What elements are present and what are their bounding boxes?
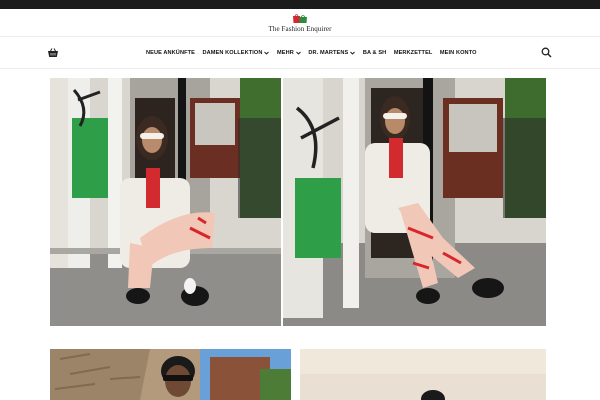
nav-item-label: BA & SH (362, 50, 387, 56)
nav-item-label: NEUE ANKÜNFTE (146, 50, 195, 56)
nav-item-label: MERKZETTEL (393, 50, 433, 56)
nav-item-label: MEHR (276, 50, 294, 56)
nav-item-merkzettel[interactable]: MERKZETTEL (394, 50, 433, 56)
cart-icon[interactable] (47, 47, 59, 59)
photo-scene (283, 78, 546, 326)
chevron-down-icon (264, 51, 270, 55)
nav-item-label: DR. MARTENS (308, 50, 349, 56)
product-photo-4[interactable] (300, 349, 546, 400)
photo-scene (50, 78, 281, 326)
header: The Fashion Enquirer (0, 9, 600, 36)
chevron-down-icon (296, 51, 301, 55)
product-photo-1[interactable] (50, 78, 281, 326)
nav-item-ba-sh[interactable]: BA & SH (363, 50, 387, 56)
product-photo-2[interactable] (283, 78, 546, 326)
nav-item-mehr[interactable]: MEHR (277, 50, 301, 56)
nav-item-dr-martens[interactable]: DR. MARTENS (308, 50, 356, 56)
main-navigation: NEUE ANKÜNFTE DAMEN KOLLEKTION MEHR DR. … (0, 36, 600, 69)
nav-item-neue-ankuenfte[interactable]: NEUE ANKÜNFTE (146, 50, 195, 56)
nav-item-mein-konto[interactable]: MEIN KONTO (440, 50, 477, 56)
product-photo-3[interactable] (50, 349, 291, 400)
nav-item-damen-kollektion[interactable]: DAMEN KOLLEKTION (202, 50, 270, 56)
nav-item-label: MEIN KONTO (439, 50, 477, 56)
site-name: The Fashion Enquirer (268, 25, 332, 33)
top-bar (0, 0, 600, 9)
shopping-bags-icon (293, 14, 307, 23)
site-logo[interactable]: The Fashion Enquirer (262, 13, 338, 35)
nav-item-label: DAMEN KOLLEKTION (202, 50, 263, 56)
search-icon[interactable] (541, 47, 552, 58)
chevron-down-icon (350, 51, 356, 55)
photo-scene (300, 349, 546, 400)
photo-scene (50, 349, 291, 400)
nav-menu: NEUE ANKÜNFTE DAMEN KOLLEKTION MEHR DR. … (146, 37, 477, 69)
